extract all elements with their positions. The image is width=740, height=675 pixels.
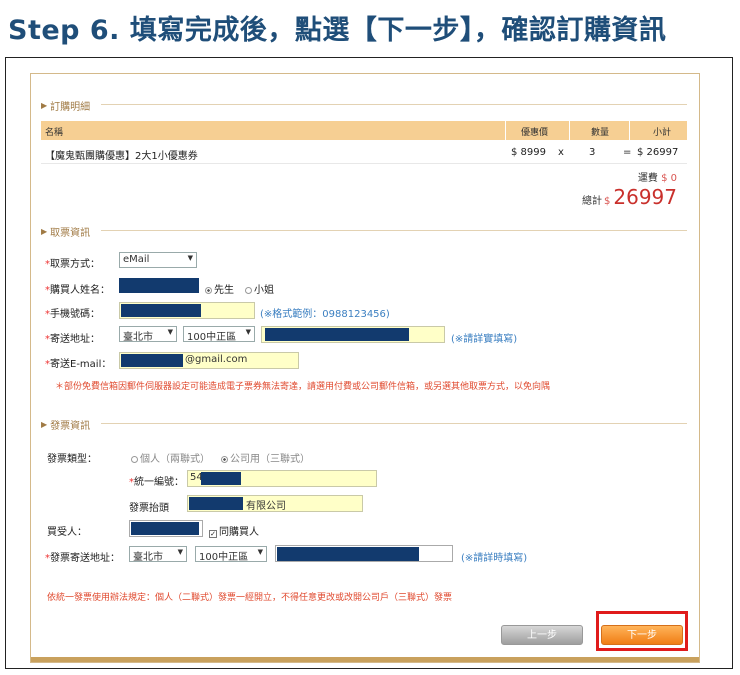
phone-label: *手機號碼： (45, 309, 100, 320)
ticket-method-value: eMail (123, 254, 150, 265)
redacted-tax-id (201, 472, 241, 485)
order-table-header: 名稱 優惠價 數量 小計 (41, 121, 687, 140)
col-qty: 數量 (591, 128, 610, 138)
tax-id-label: *統一編號： (129, 477, 184, 488)
page-title: Step 6. 填寫完成後，點選【下一步】，確認訂購資訊 (8, 15, 667, 46)
ticket-section-title: 取票資訊 (50, 228, 91, 239)
order-section-header: ▶ 訂購明細 (41, 98, 90, 113)
redacted-phone (121, 304, 201, 317)
invoice-city-value: 臺北市 (133, 552, 163, 563)
col-price: 優惠價 (521, 128, 549, 138)
item-name: 【魔鬼甄團購優惠】2大1小優惠券 (45, 151, 198, 162)
same-as-buyer-checkbox[interactable]: ✓ 同購買人 (209, 523, 259, 538)
invoice-address-label: *發票寄送地址： (45, 553, 120, 564)
invoice-city-select[interactable]: 臺北市 ▼ (129, 546, 187, 563)
radio-icon (205, 287, 212, 294)
total-currency: $ (604, 196, 611, 207)
col-subtotal: 小計 (653, 128, 672, 138)
chevron-down-icon: ▼ (177, 548, 183, 556)
ticket-method-select[interactable]: eMail ▼ (119, 252, 197, 268)
address-label: *寄送地址： (45, 334, 100, 345)
shipping-fee: 運費 $ 0 (638, 169, 677, 184)
prev-step-button[interactable]: 上一步 (501, 625, 583, 645)
radio-icon (131, 456, 138, 463)
section-divider (101, 423, 687, 424)
address-hint: (※請詳實填寫) (451, 334, 518, 345)
method-label: *取票方式： (45, 259, 100, 270)
triangle-icon: ▶ (41, 101, 48, 110)
chevron-down-icon: ▼ (245, 328, 251, 336)
email-label: *寄送E-mail： (45, 359, 112, 370)
invoice-district-select[interactable]: 100中正區 ▼ (195, 546, 267, 563)
invoice-personal-option[interactable]: 個人（兩聯式） (131, 450, 210, 465)
redacted-email (121, 354, 183, 367)
item-qty: 3 (589, 147, 596, 158)
invoice-title-label: 發票抬頭 (129, 503, 169, 514)
item-subtotal: $ 26997 (637, 147, 679, 158)
invoice-company-option[interactable]: 公司用（三聯式） (221, 450, 310, 465)
total-value: 26997 (613, 185, 677, 209)
ticket-section-header: ▶ 取票資訊 (41, 224, 90, 239)
buyer-label: *購買人姓名： (45, 285, 110, 296)
row-divider (41, 163, 687, 164)
email-warning: ＊部份免費信箱因郵件伺服器設定可能造成電子票券無法寄達，請選用付費或公司郵件信箱… (55, 382, 551, 392)
total-label: 總計 (582, 196, 602, 207)
invoice-address-hint: (※請詳時填寫) (461, 553, 528, 564)
section-divider (101, 230, 687, 231)
next-button-highlight (596, 611, 688, 651)
triangle-icon: ▶ (41, 420, 48, 429)
redacted-invoice-address (277, 547, 419, 561)
invoice-section-title: 發票資訊 (50, 421, 91, 432)
order-form-panel: ▶ 訂購明細 名稱 優惠價 數量 小計 【魔鬼甄團購優惠】2大1小優惠券 $ 8… (30, 73, 700, 663)
item-price: $ 8999 (511, 147, 546, 158)
redacted-invoice-title (189, 497, 243, 510)
gender-ms-option[interactable]: 小姐 (245, 281, 274, 296)
gender-mr-option[interactable]: 先生 (205, 281, 234, 296)
radio-icon (245, 287, 252, 294)
city-select[interactable]: 臺北市 ▼ (119, 326, 177, 343)
invoice-type-label: 發票類型： (47, 454, 97, 465)
checkbox-icon: ✓ (209, 530, 217, 538)
item-eq: = (623, 147, 632, 158)
item-times: x (558, 147, 564, 158)
buyer-name-field[interactable] (119, 278, 199, 293)
invoice-district-value: 100中正區 (199, 552, 249, 563)
triangle-icon: ▶ (41, 227, 48, 236)
shipping-label: 運費 (637, 173, 658, 184)
panel-footer-bar (31, 657, 699, 662)
chevron-down-icon: ▼ (257, 548, 263, 556)
shipping-value: $ 0 (661, 173, 677, 184)
chevron-down-icon: ▼ (187, 254, 193, 262)
section-divider (101, 104, 687, 105)
city-value: 臺北市 (123, 332, 153, 343)
order-section-title: 訂購明細 (50, 102, 91, 113)
col-name: 名稱 (45, 128, 64, 138)
invoice-section-header: ▶ 發票資訊 (41, 417, 90, 432)
redacted-address (265, 328, 409, 341)
chevron-down-icon: ▼ (167, 328, 173, 336)
redacted-recipient (131, 522, 199, 535)
invoice-title-suffix: 有限公司 (246, 501, 286, 512)
district-value: 100中正區 (187, 332, 237, 343)
invoice-notice: 依統一發票使用辦法規定：個人（二聯式）發票一經開立，不得任意更改或改開公司戶（三… (47, 593, 453, 603)
district-select[interactable]: 100中正區 ▼ (183, 326, 255, 343)
radio-icon (221, 456, 228, 463)
email-suffix: @gmail.com (185, 354, 248, 365)
recipient-label: 買受人： (47, 527, 87, 538)
order-total: 總計 $ 26997 (582, 185, 677, 209)
phone-hint: (※格式範例：0988123456) (260, 309, 390, 320)
